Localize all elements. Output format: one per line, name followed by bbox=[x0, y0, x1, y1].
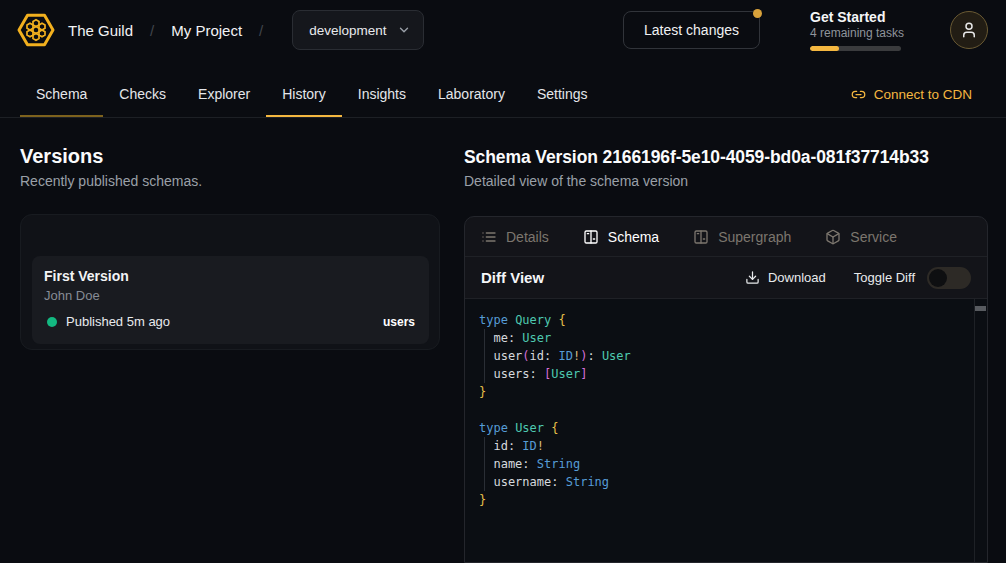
list-icon bbox=[481, 229, 497, 245]
nav-tab-settings[interactable]: Settings bbox=[521, 71, 604, 117]
connect-to-cdn-link[interactable]: Connect to CDN bbox=[851, 71, 972, 117]
latest-changes-button[interactable]: Latest changes bbox=[623, 11, 760, 49]
get-started-title: Get Started bbox=[810, 9, 902, 26]
version-status-row: Published 5m ago users bbox=[44, 314, 417, 329]
nav-tab-checks[interactable]: Checks bbox=[103, 71, 182, 117]
diff-toolbar-actions: Download Toggle Diff bbox=[745, 267, 971, 289]
versions-list-card: First Version John Doe Published 5m ago … bbox=[20, 214, 440, 350]
connect-to-cdn-label: Connect to CDN bbox=[874, 87, 972, 102]
tab-details[interactable]: Details bbox=[481, 229, 549, 245]
download-icon bbox=[745, 270, 760, 285]
link-icon bbox=[851, 87, 866, 102]
nav-tab-insights[interactable]: Insights bbox=[342, 71, 422, 117]
tab-label: Service bbox=[850, 229, 897, 245]
code-block: type Query { me: User user(id: ID!): Use… bbox=[479, 311, 987, 509]
get-started-widget[interactable]: Get Started 4 remaining tasks bbox=[810, 9, 902, 51]
published-status-dot bbox=[47, 317, 57, 327]
code-editor[interactable]: type Query { me: User user(id: ID!): Use… bbox=[465, 299, 987, 562]
versions-title: Versions bbox=[20, 145, 103, 168]
get-started-subtitle: 4 remaining tasks bbox=[810, 26, 902, 41]
versions-subtitle: Recently published schemas. bbox=[20, 173, 202, 189]
toggle-diff-switch[interactable] bbox=[927, 267, 971, 289]
breadcrumb-project[interactable]: My Project bbox=[171, 22, 242, 39]
schema-version-title: Schema Version 2166196f-5e10-4059-bd0a-0… bbox=[464, 147, 929, 168]
target-nav: Schema Checks Explorer History Insights … bbox=[0, 60, 1006, 118]
nav-tab-label: History bbox=[282, 86, 326, 102]
columns-icon bbox=[583, 229, 599, 245]
breadcrumb-org[interactable]: The Guild bbox=[68, 22, 133, 39]
tab-label: Supergraph bbox=[718, 229, 791, 245]
latest-changes-label: Latest changes bbox=[644, 22, 739, 38]
guild-logo-icon[interactable] bbox=[16, 10, 56, 50]
diff-view-title: Diff View bbox=[481, 269, 544, 286]
indent-guide bbox=[484, 437, 485, 491]
tab-schema[interactable]: Schema bbox=[583, 229, 659, 245]
version-list-item[interactable]: First Version John Doe Published 5m ago … bbox=[32, 256, 429, 344]
header-right: Latest changes Get Started 4 remaining t… bbox=[623, 9, 988, 51]
breadcrumb-separator: / bbox=[259, 22, 263, 39]
get-started-progress-fill bbox=[810, 46, 839, 51]
service-badge: users bbox=[383, 315, 417, 329]
nav-tab-explorer[interactable]: Explorer bbox=[182, 71, 266, 117]
diff-toolbar: Diff View Download Toggle Diff bbox=[465, 257, 987, 299]
nav-tab-label: Insights bbox=[358, 86, 406, 102]
download-button[interactable]: Download bbox=[745, 270, 826, 285]
nav-tab-schema[interactable]: Schema bbox=[20, 71, 103, 117]
version-name: First Version bbox=[44, 268, 417, 284]
user-icon bbox=[960, 21, 978, 39]
chevron-down-icon bbox=[397, 23, 411, 37]
nav-tab-history[interactable]: History bbox=[266, 71, 342, 117]
version-author: John Doe bbox=[44, 288, 417, 303]
indent-guide bbox=[484, 329, 485, 383]
version-detail-tabs: Details Schema Supergraph Service bbox=[465, 217, 987, 257]
toggle-knob bbox=[929, 269, 947, 287]
notification-dot bbox=[753, 9, 762, 18]
nav-tab-label: Explorer bbox=[198, 86, 250, 102]
nav-tab-label: Schema bbox=[36, 86, 87, 102]
user-avatar[interactable] bbox=[950, 11, 988, 49]
columns-icon bbox=[693, 229, 709, 245]
breadcrumb-separator: / bbox=[150, 22, 154, 39]
tab-label: Schema bbox=[608, 229, 659, 245]
schema-version-subtitle: Detailed view of the schema version bbox=[464, 173, 688, 189]
breadcrumb: The Guild / My Project / bbox=[68, 22, 280, 39]
cube-icon bbox=[825, 229, 841, 245]
nav-tab-laboratory[interactable]: Laboratory bbox=[422, 71, 521, 117]
editor-scrollbar[interactable] bbox=[974, 299, 987, 562]
environment-selector-value: development bbox=[309, 23, 386, 38]
tab-service[interactable]: Service bbox=[825, 229, 897, 245]
header: The Guild / My Project / development Lat… bbox=[0, 0, 1006, 60]
tab-supergraph[interactable]: Supergraph bbox=[693, 229, 791, 245]
download-label: Download bbox=[768, 270, 826, 285]
environment-selector[interactable]: development bbox=[292, 10, 423, 50]
get-started-progress bbox=[810, 46, 901, 51]
nav-tab-label: Laboratory bbox=[438, 86, 505, 102]
nav-tab-label: Checks bbox=[119, 86, 166, 102]
nav-tab-label: Settings bbox=[537, 86, 588, 102]
toggle-diff-label: Toggle Diff bbox=[854, 270, 915, 285]
tab-label: Details bbox=[506, 229, 549, 245]
editor-scrollbar-thumb[interactable] bbox=[975, 306, 986, 311]
app-root: The Guild / My Project / development Lat… bbox=[0, 0, 1006, 563]
schema-version-card: Details Schema Supergraph Service Diff V… bbox=[464, 216, 988, 563]
version-status: Published 5m ago bbox=[66, 314, 170, 329]
